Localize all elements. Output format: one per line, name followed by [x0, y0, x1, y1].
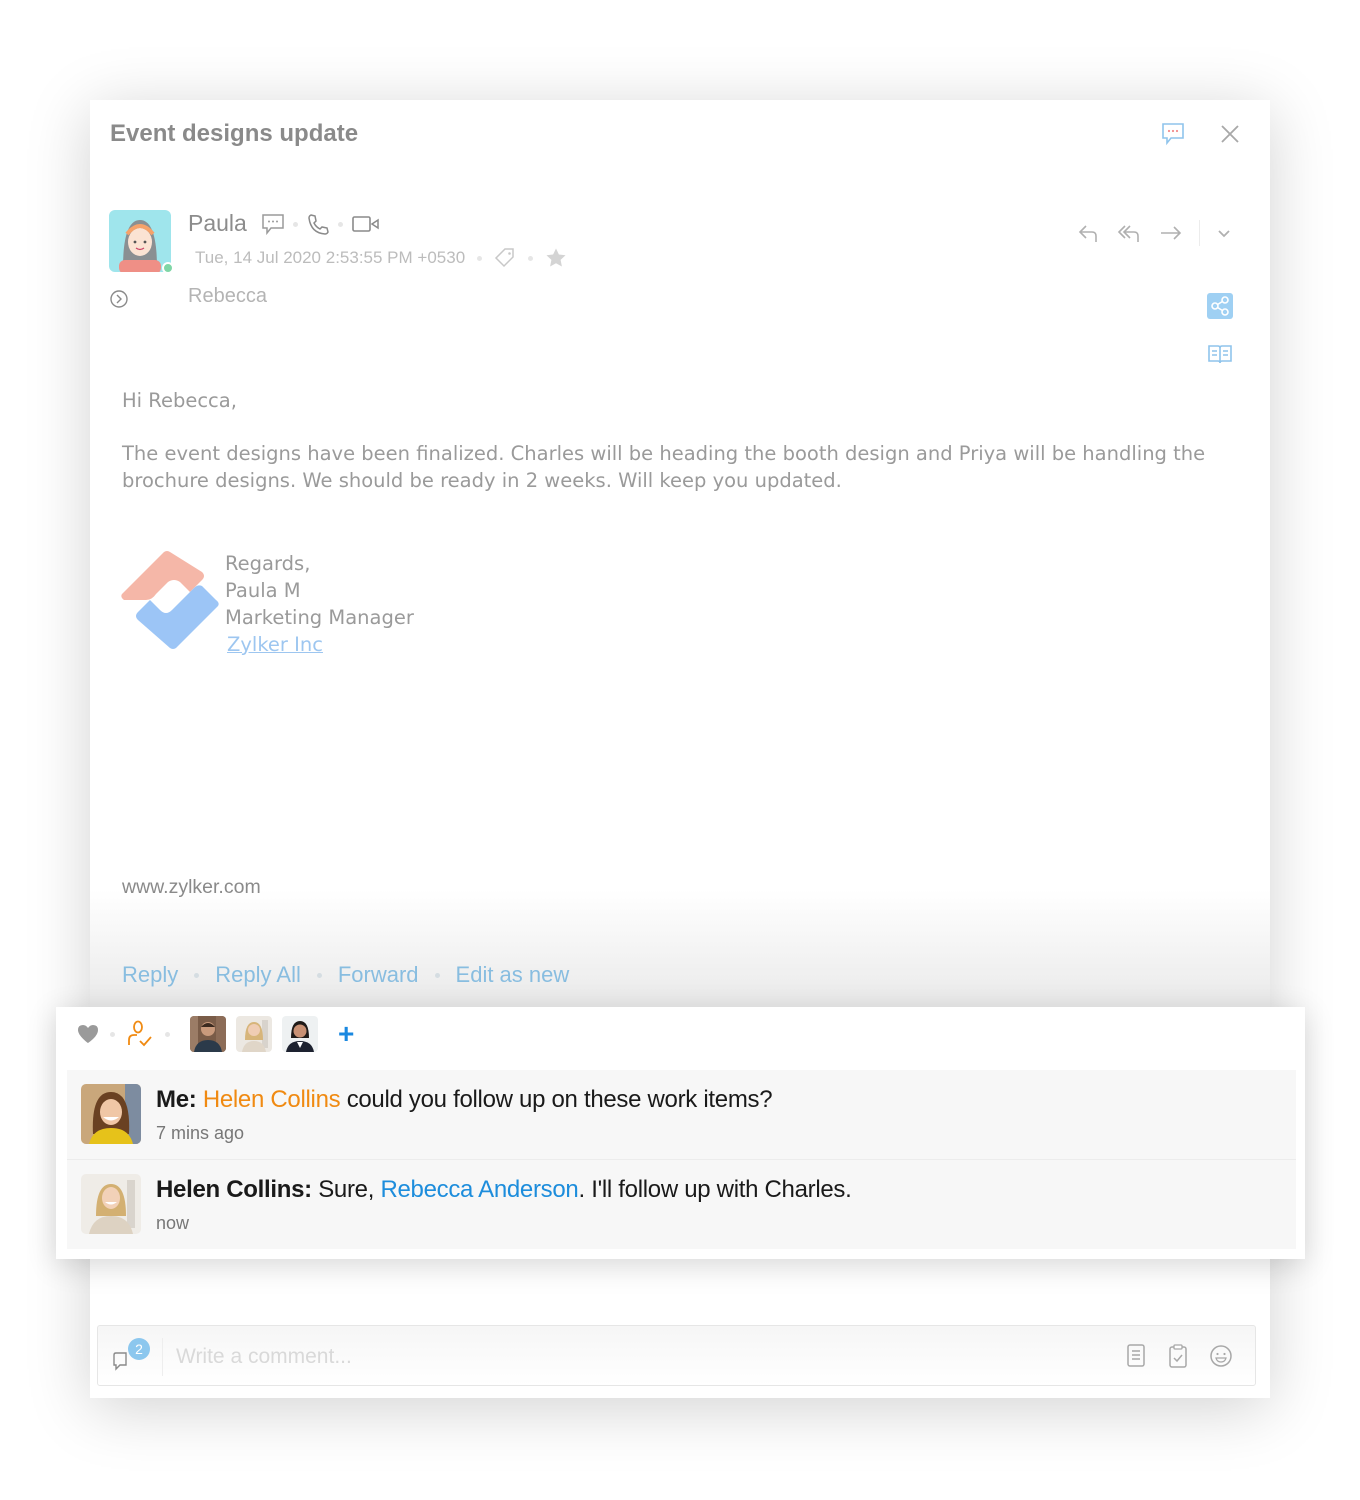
book-icon[interactable]: [1207, 343, 1233, 365]
chat-icon[interactable]: [261, 213, 285, 235]
close-icon[interactable]: [1220, 124, 1240, 144]
participant-avatar[interactable]: [236, 1016, 272, 1052]
composer-actions: [1125, 1343, 1233, 1369]
mail-meta: Tue, 14 Jul 2020 2:53:55 PM +0530: [195, 247, 567, 269]
separator-dot: [110, 1031, 115, 1037]
phone-icon[interactable]: [306, 212, 330, 236]
mail-subject: Event designs update: [110, 120, 359, 147]
comment-time: now: [156, 1213, 190, 1233]
comment-avatar: [81, 1174, 141, 1234]
separator-dot: [338, 221, 343, 227]
forward-link[interactable]: Forward: [338, 962, 419, 988]
edit-as-new-link[interactable]: Edit as new: [456, 962, 570, 988]
comment-text: Me: Helen Collins could you follow up on…: [156, 1086, 773, 1114]
add-participant-button[interactable]: +: [338, 1020, 354, 1048]
reply-all-link[interactable]: Reply All: [215, 962, 301, 988]
comment-avatar: [81, 1084, 141, 1144]
divider: [1199, 220, 1200, 246]
reply-all-icon[interactable]: [1117, 221, 1143, 245]
comment-count-badge: 2: [128, 1338, 150, 1360]
comment-list: Me: Helen Collins could you follow up on…: [67, 1070, 1296, 1249]
separator-dot: [165, 1031, 170, 1037]
signature-line: Paula M: [225, 579, 301, 602]
tag-icon[interactable]: [494, 247, 516, 269]
reply-icon[interactable]: [1077, 221, 1101, 245]
task-icon[interactable]: [1167, 1343, 1189, 1369]
share-icon[interactable]: [1207, 293, 1233, 319]
comment-item: Me: Helen Collins could you follow up on…: [67, 1070, 1296, 1159]
forward-icon[interactable]: [1159, 221, 1183, 245]
comment-message: could you follow up on these work items?: [346, 1086, 773, 1113]
sender-contact-actions: [261, 212, 381, 236]
separator-dot: [194, 972, 200, 978]
chat-bubble-icon[interactable]: [1160, 122, 1186, 146]
comment-composer: 2: [97, 1325, 1256, 1386]
comment-item: Helen Collins: Sure, Rebecca Anderson. I…: [67, 1159, 1296, 1248]
expand-recipients-icon[interactable]: [109, 289, 129, 309]
mail-greeting: Hi Rebecca,: [122, 389, 237, 412]
mail-date: Tue, 14 Jul 2020 2:53:55 PM +0530: [195, 248, 466, 267]
header-actions: [1160, 122, 1240, 146]
comment-text: Helen Collins: Sure, Rebecca Anderson. I…: [156, 1176, 852, 1204]
comment-message: Sure,: [318, 1176, 375, 1203]
separator-dot: [293, 221, 298, 227]
signature-text: Regards, Paula M Marketing Manager Zylke…: [225, 550, 414, 658]
participant-avatar[interactable]: [190, 1016, 226, 1052]
recipient-name[interactable]: Rebecca: [188, 285, 267, 308]
message-actions: [1077, 220, 1232, 246]
comment-time: 7 mins ago: [156, 1123, 245, 1143]
signature-line: Regards,: [225, 552, 311, 575]
comment-author: Helen Collins:: [156, 1176, 312, 1203]
star-icon[interactable]: [545, 247, 567, 269]
collapsed-fade: [90, 890, 1270, 1010]
chevron-down-icon[interactable]: [1216, 225, 1232, 241]
comment-toolbar: +: [76, 1016, 354, 1052]
company-link[interactable]: Zylker Inc: [225, 633, 323, 656]
video-icon[interactable]: [351, 214, 381, 234]
emoji-icon[interactable]: [1209, 1343, 1233, 1369]
comment-message: . I'll follow up with Charles.: [578, 1176, 852, 1203]
comment-author: Me:: [156, 1086, 197, 1113]
heart-icon[interactable]: [76, 1023, 100, 1045]
notes-icon[interactable]: [1125, 1343, 1147, 1369]
assign-follow-up-icon[interactable]: [125, 1019, 155, 1049]
separator-dot: [434, 972, 440, 978]
sender-avatar[interactable]: [109, 210, 171, 272]
mail-action-links: Reply Reply All Forward Edit as new: [122, 962, 569, 988]
comment-count[interactable]: 2: [112, 1338, 152, 1373]
separator-dot: [316, 972, 322, 978]
separator-dot: [528, 255, 534, 261]
participant-avatar[interactable]: [282, 1016, 318, 1052]
user-mention[interactable]: Rebecca Anderson: [380, 1176, 578, 1203]
separator-dot: [477, 255, 483, 261]
comment-input[interactable]: [176, 1340, 1076, 1374]
comments-panel: + Me: Helen Collins could you follow up …: [56, 1007, 1305, 1259]
company-website: www.zylker.com: [122, 876, 261, 898]
reply-link[interactable]: Reply: [122, 962, 178, 988]
signature-line: Marketing Manager: [225, 606, 414, 629]
divider: [162, 1338, 163, 1376]
mail-body: Hi Rebecca, The event designs have been …: [122, 387, 1252, 494]
user-mention[interactable]: Helen Collins: [203, 1086, 341, 1113]
online-status-indicator: [162, 262, 174, 274]
company-logo: [120, 550, 220, 655]
sender-name[interactable]: Paula: [188, 210, 247, 237]
mail-paragraph: The event designs have been finalized. C…: [122, 442, 1206, 492]
